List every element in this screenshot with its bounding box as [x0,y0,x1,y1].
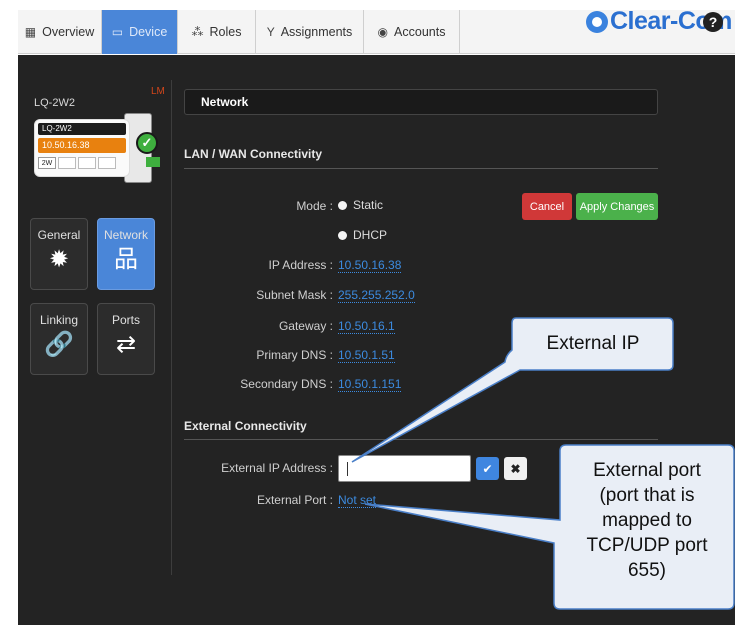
tab-label: Assignments [280,25,353,39]
device-card[interactable]: LQ-2W2 10.50.16.38 2W [34,119,130,177]
mode-dhcp-radio[interactable]: DHCP [338,228,387,242]
sidebar-item-linking[interactable]: Linking 🔗 [30,303,88,375]
port-slot [58,157,76,169]
link-icon: 🔗 [44,331,74,358]
mode-static-radio[interactable]: Static [338,198,383,212]
cancel-button[interactable]: Cancel [522,193,572,220]
sidebar-divider [171,80,172,575]
port-slot [98,157,116,169]
swap-arrows-icon: ⇄ [115,331,137,358]
radio-selected-icon [338,200,347,210]
logo-mark-icon [586,10,608,33]
gateway-value[interactable]: 10.50.16.1 [338,319,395,334]
callout-line: 655) [627,560,667,581]
external-port-value[interactable]: Not set [338,493,377,508]
callout-line: mapped to [602,510,692,531]
radio-label: DHCP [353,228,388,242]
fork-icon: Y [266,25,275,39]
text-caret [347,462,348,476]
external-ip-label: External IP Address : [221,461,333,475]
device-card-port: 2W [38,157,56,169]
mode-label: Mode : [296,199,333,213]
secondary-dns-label: Secondary DNS : [240,377,333,391]
grid-icon: ▦ [24,25,37,39]
tab-device[interactable]: ▭ Device [102,10,178,54]
sidebar-item-label: General [37,228,81,242]
tab-label: Device [129,25,168,39]
people-icon: ⁂ [191,25,204,39]
tab-accounts[interactable]: ◉ Accounts [364,10,460,54]
sidebar-item-label: Linking [39,313,79,327]
gear-icon: ✹ [48,246,70,273]
radio-icon [338,230,347,240]
gateway-label: Gateway : [278,319,333,333]
help-icon[interactable]: ? [703,12,723,32]
subnet-mask-label: Subnet Mask : [256,288,333,302]
sidebar-item-network[interactable]: Network 品 [97,218,155,290]
page-title: Network [184,89,658,115]
tab-label: Roles [209,25,242,39]
external-section-title: External Connectivity [184,419,307,433]
sidebar-item-label: Network [103,228,148,242]
callout-line: TCP/UDP port [586,535,708,556]
device-card-ip: 10.50.16.38 [38,138,126,153]
external-port-label: External Port : [256,493,333,507]
subnet-mask-value[interactable]: 255.255.252.0 [338,288,415,303]
primary-dns-label: Primary DNS : [256,348,333,362]
tab-label: Overview [42,25,95,39]
callout-line: (port that is [599,485,695,506]
ip-address-value[interactable]: 10.50.16.38 [338,258,402,273]
network-icon: 品 [114,246,138,273]
port-slot [78,157,96,169]
clear-x-icon[interactable]: ✖ [504,457,527,480]
globe-icon: ◉ [377,25,389,39]
ip-address-label: IP Address : [268,258,333,272]
tab-roles[interactable]: ⁂ Roles [178,10,256,54]
sidebar-item-general[interactable]: General ✹ [30,218,88,290]
plug-icon [146,157,160,167]
external-ip-callout-text: External IP [546,333,640,354]
tab-label: Accounts [394,25,446,39]
device-badge: LM [151,86,165,97]
lan-section-title: LAN / WAN Connectivity [184,147,323,161]
sidebar-item-label: Ports [111,313,140,327]
tab-overview[interactable]: ▦ Overview [18,10,102,54]
radio-label: Static [353,198,384,212]
external-ip-input[interactable] [338,455,471,482]
section-divider [184,439,658,440]
status-check-icon: ✓ [136,132,158,154]
device-card-name: LQ-2W2 [38,123,126,135]
callout-line: External port [593,460,701,481]
external-port-callout: External port (port that is mapped to TC… [562,458,732,583]
confirm-check-icon[interactable]: ✔ [476,457,499,480]
apply-changes-button[interactable]: Apply Changes [576,193,658,220]
secondary-dns-value[interactable]: 10.50.1.151 [338,377,402,392]
monitor-icon: ▭ [111,25,124,39]
primary-dns-value[interactable]: 10.50.1.51 [338,348,395,363]
section-divider [184,168,658,169]
sidebar-item-ports[interactable]: Ports ⇄ [97,303,155,375]
tab-assignments[interactable]: Y Assignments [256,10,364,54]
device-name: LQ-2W2 [34,97,75,109]
